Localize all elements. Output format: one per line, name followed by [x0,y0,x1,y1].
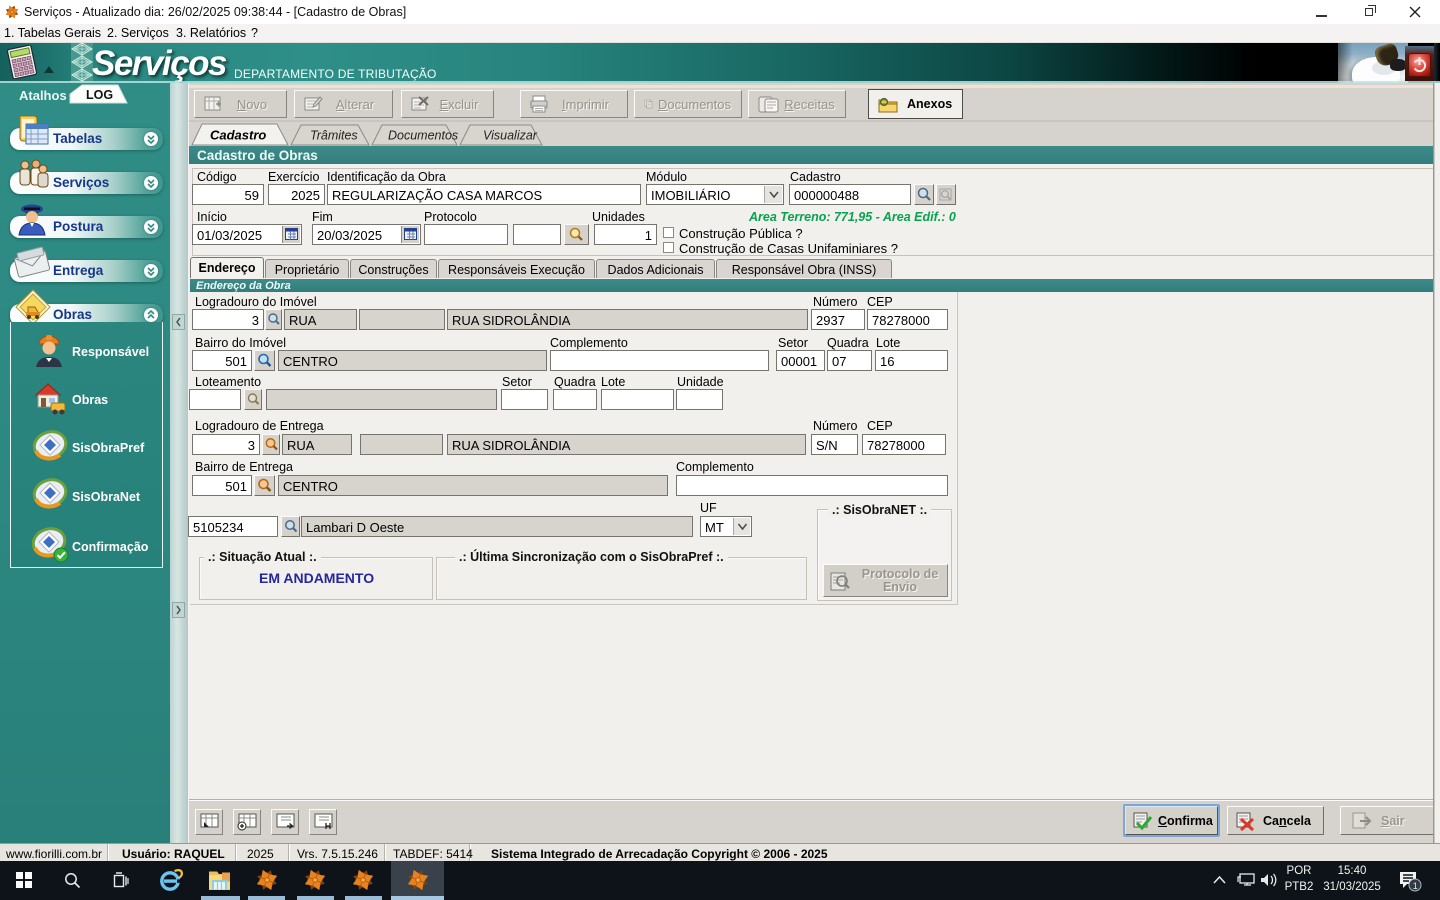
svg-text:LOG: LOG [86,88,113,102]
svg-text:Cadastro: Cadastro [210,128,266,143]
svg-text:Visualizar: Visualizar [483,129,538,143]
svg-text:1: 1 [1413,881,1418,891]
svg-text:Trâmites: Trâmites [310,129,358,143]
svg-text:Documentos: Documentos [388,129,458,143]
